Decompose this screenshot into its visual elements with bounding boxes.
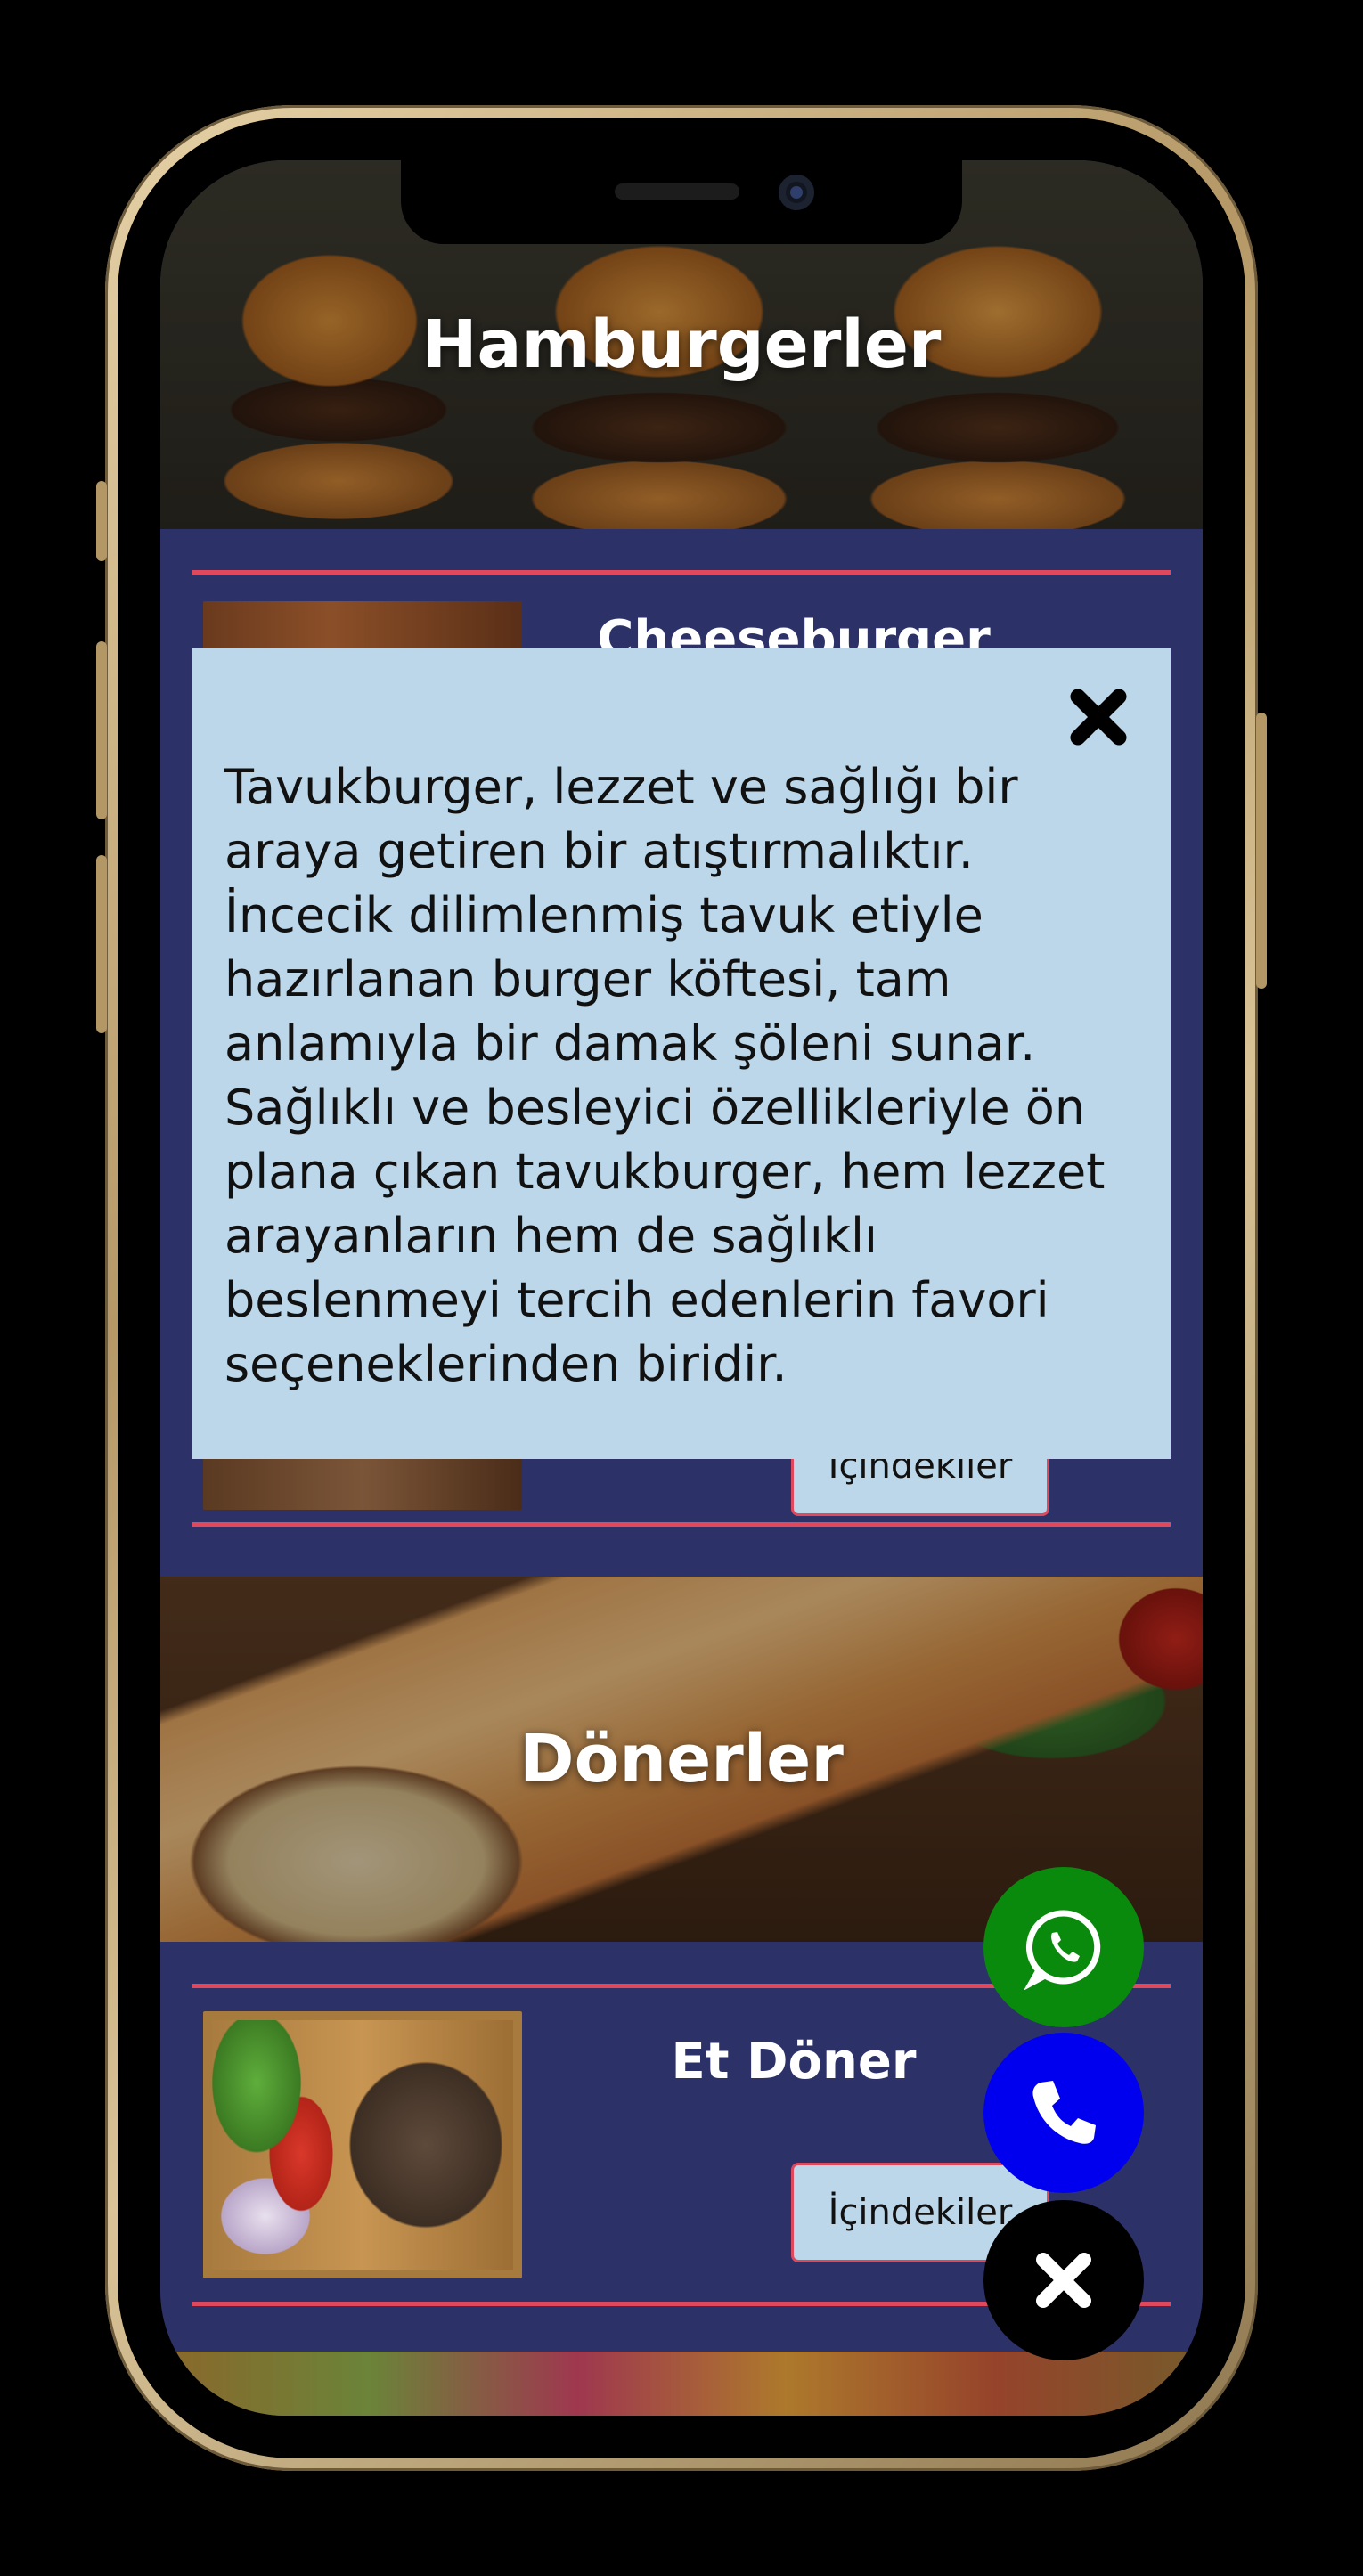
whatsapp-icon — [1024, 1910, 1101, 1990]
front-camera — [779, 175, 814, 210]
product-image — [203, 2011, 522, 2278]
close-fab-button[interactable] — [983, 2200, 1144, 2360]
volume-down-button — [96, 855, 107, 1033]
product-name: Et Döner — [671, 2033, 917, 2091]
modal-description: Tavukburger, lezzet ve sağlığı bir araya… — [224, 759, 1106, 1392]
power-button — [1256, 713, 1267, 989]
whatsapp-button[interactable] — [983, 1867, 1144, 2027]
phone-icon — [1032, 2081, 1096, 2144]
ingredients-modal: Tavukburger, lezzet ve sağlığı bir araya… — [192, 648, 1171, 1459]
phone-notch — [401, 160, 962, 244]
category-title: Dönerler — [519, 1721, 844, 1797]
close-icon — [1036, 2253, 1091, 2308]
close-icon[interactable] — [1065, 684, 1131, 750]
phone-call-button[interactable] — [983, 2033, 1144, 2193]
volume-up-button — [96, 641, 107, 819]
category-banner-drinks — [160, 2352, 1203, 2416]
speaker-grille — [615, 183, 739, 200]
silent-switch — [96, 481, 107, 561]
category-title: Hamburgerler — [421, 306, 942, 383]
